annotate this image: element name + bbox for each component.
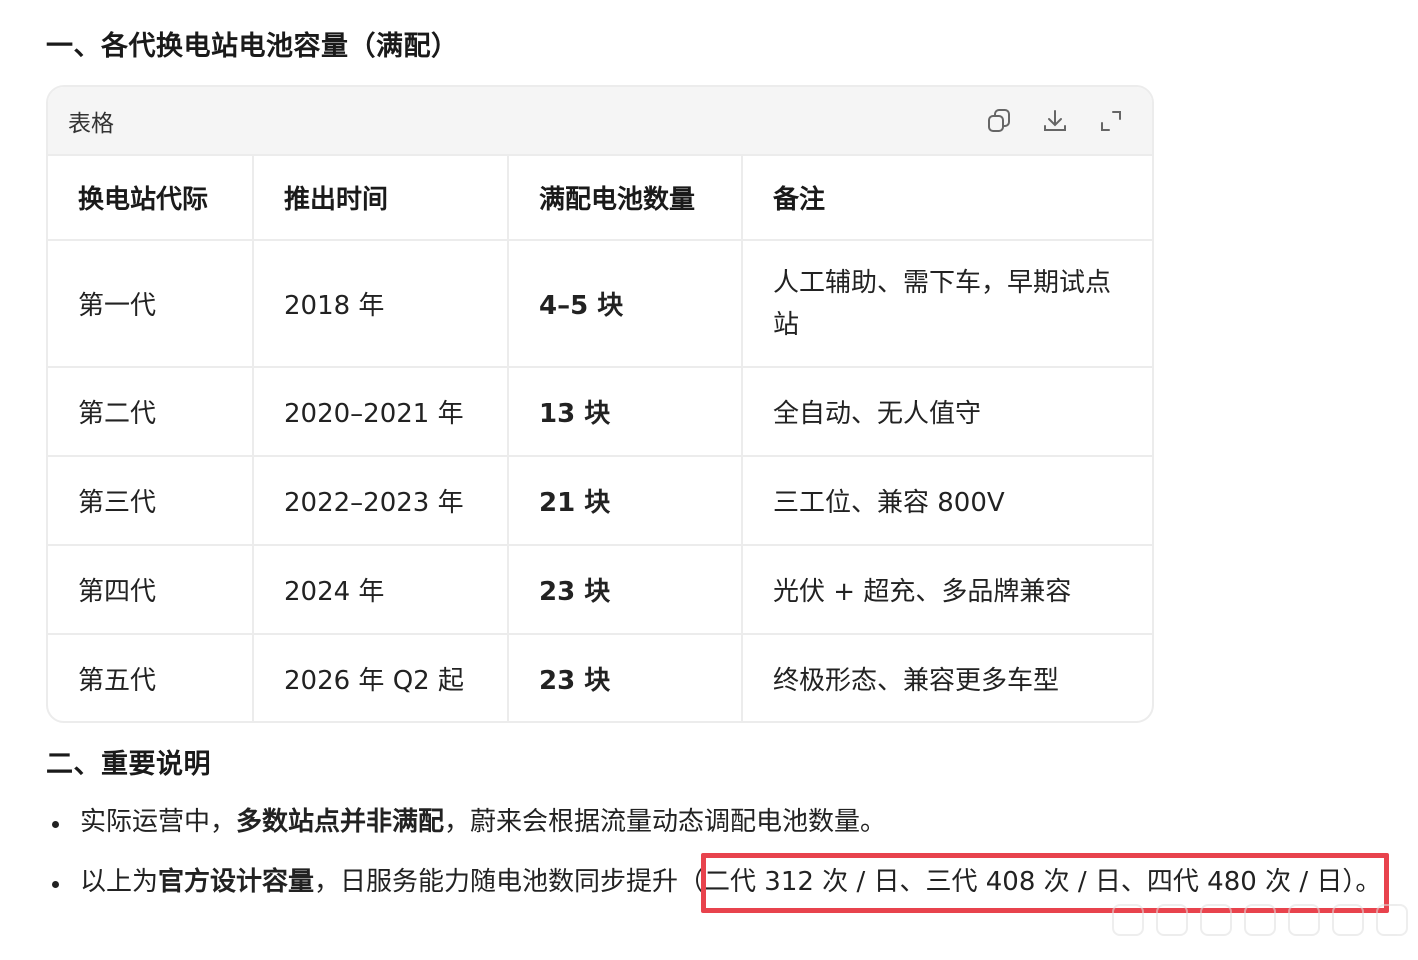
list-item: 以上为官方设计容量，日服务能力随电池数同步提升（二代 312 次 / 日、三代 … [46,860,1396,905]
bullet-text-pre: 实际运营中， [80,807,237,837]
cell-battery-count: 13 块 [508,367,743,457]
cell-note: 三工位、兼容 800V [742,456,1152,546]
cell-note: 人工辅助、需下车，早期试点站 [742,240,1152,368]
table-header-row: 换电站代际 推出时间 满配电池数量 备注 [48,156,1152,241]
header-note: 备注 [742,156,1152,241]
cell-launch-time: 2026 年 Q2 起 [253,634,509,721]
watermark-glyph [1156,904,1188,936]
table-card-header: 表格 [48,87,1152,156]
table-row: 第三代 2022–2023 年 21 块 三工位、兼容 800V [48,456,1152,546]
watermark [1112,900,1412,940]
cell-generation: 第二代 [48,367,254,457]
table-row: 第一代 2018 年 4–5 块 人工辅助、需下车，早期试点站 [48,240,1152,368]
cell-generation: 第三代 [48,456,254,546]
table-row: 第四代 2024 年 23 块 光伏 + 超充、多品牌兼容 [48,545,1152,635]
table-toolbar [984,106,1126,136]
expand-icon[interactable] [1096,106,1126,136]
cell-launch-time: 2022–2023 年 [253,456,509,546]
bullet-text-pre: 以上为 [80,867,159,897]
watermark-glyph [1112,904,1144,936]
watermark-glyph [1288,904,1320,936]
bullet-text-bold: 多数站点并非满配 [236,807,445,837]
header-battery-count: 满配电池数量 [508,156,743,241]
table-row: 第二代 2020–2021 年 13 块 全自动、无人值守 [48,367,1152,457]
cell-generation: 第五代 [48,634,254,721]
list-item: 实际运营中，多数站点并非满配，蔚来会根据流量动态调配电池数量。 [46,800,1396,845]
watermark-glyph [1376,904,1408,936]
bullet-text-post: ，蔚来会根据流量动态调配电池数量。 [444,807,887,837]
table-card: 表格 换电站代际 推出时间 满配电池数量 备注 第一代 2018 年 4–5 块… [46,85,1154,723]
watermark-glyph [1200,904,1232,936]
cell-battery-count: 23 块 [508,545,743,635]
cell-battery-count: 4–5 块 [508,240,743,368]
table-row: 第五代 2026 年 Q2 起 23 块 终极形态、兼容更多车型 [48,634,1152,721]
copy-icon[interactable] [984,106,1014,136]
watermark-glyph [1332,904,1364,936]
watermark-glyph [1244,904,1276,936]
table-card-label: 表格 [68,111,114,137]
cell-launch-time: 2020–2021 年 [253,367,509,457]
cell-battery-count: 23 块 [508,634,743,721]
cell-note: 光伏 + 超充、多品牌兼容 [742,545,1152,635]
cell-note: 全自动、无人值守 [742,367,1152,457]
download-icon[interactable] [1040,106,1070,136]
header-generation: 换电站代际 [48,156,254,241]
capacity-table: 换电站代际 推出时间 满配电池数量 备注 第一代 2018 年 4–5 块 人工… [48,156,1152,721]
cell-battery-count: 21 块 [508,456,743,546]
cell-note: 终极形态、兼容更多车型 [773,666,1060,696]
cell-generation: 第一代 [48,240,254,368]
header-launch-time: 推出时间 [253,156,509,241]
section-title-capacity: 一、各代换电站电池容量（满配） [46,31,459,62]
cell-generation: 第四代 [48,545,254,635]
bullet-text-post: ，日服务能力随电池数同步提升（二代 312 次 / 日、三代 408 次 / 日… [314,867,1382,897]
cell-launch-time: 2024 年 [253,545,509,635]
bullet-text-bold: 官方设计容量 [158,867,315,897]
cell-launch-time: 2018 年 [253,240,509,368]
section-title-notes: 二、重要说明 [46,749,211,780]
